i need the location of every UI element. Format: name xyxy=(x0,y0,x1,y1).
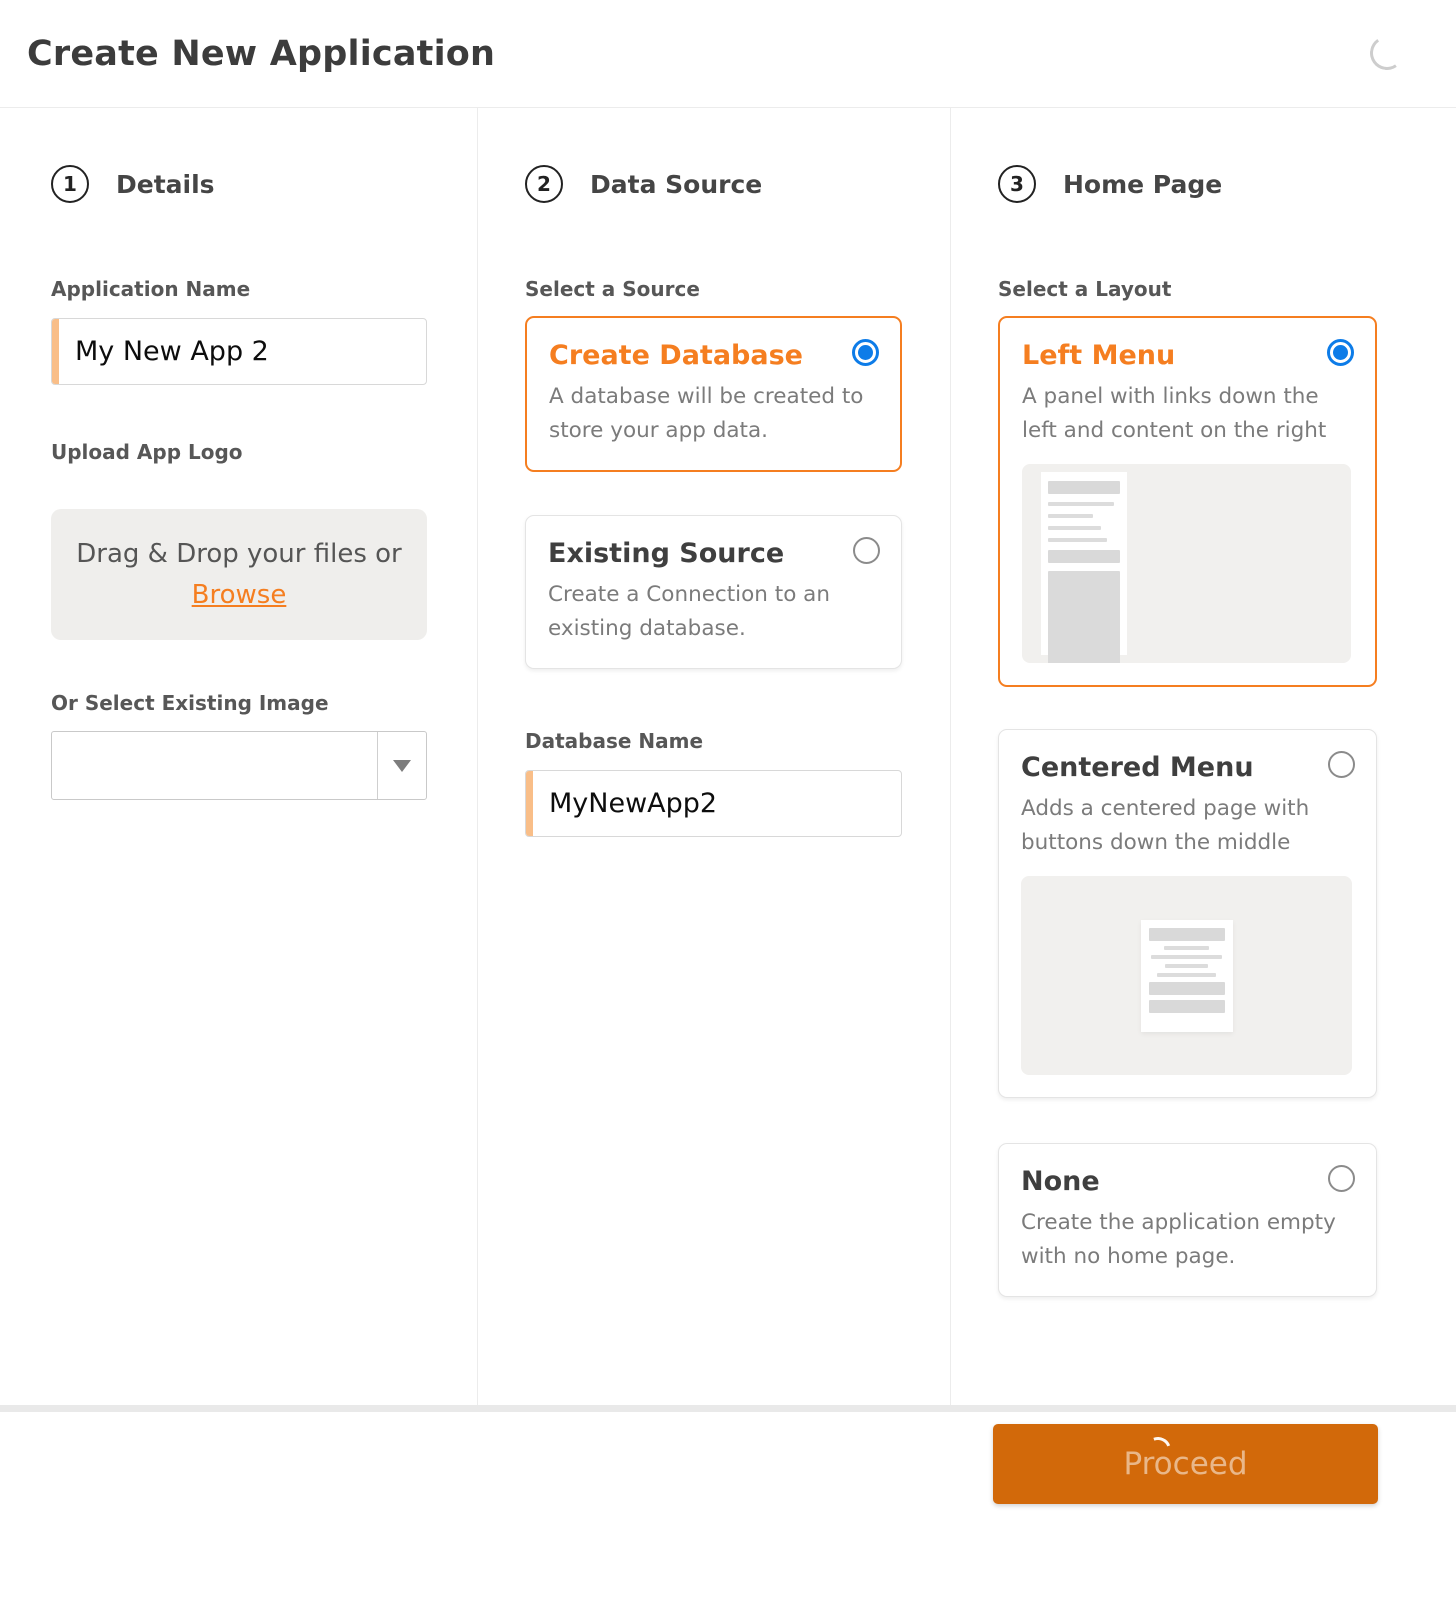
option-title: None xyxy=(1021,1166,1100,1198)
chevron-down-icon xyxy=(393,759,411,772)
select-source-label: Select a Source xyxy=(525,277,700,301)
option-description: A database will be created to store your… xyxy=(549,384,864,444)
option-card-existing-source[interactable]: Existing Source Create a Connection to a… xyxy=(525,515,902,670)
radio-existing-source[interactable] xyxy=(853,537,880,565)
data-source-column: 2 Data Source Select a Source Create Dat… xyxy=(477,108,950,1405)
step-details: 1 Details xyxy=(51,165,427,203)
browse-link[interactable]: Browse xyxy=(192,575,287,615)
option-description: Adds a centered page with buttons down t… xyxy=(1021,796,1310,856)
existing-image-select[interactable] xyxy=(51,731,427,800)
database-name-input-wrap xyxy=(525,770,902,838)
step-title: Details xyxy=(116,169,215,199)
proceed-button[interactable]: Proceed xyxy=(993,1424,1378,1504)
step-number-badge: 1 xyxy=(51,165,89,203)
option-title: Existing Source xyxy=(548,538,785,570)
option-card-left-menu[interactable]: Left Menu A panel with links down the le… xyxy=(998,316,1377,688)
step-data-source: 2 Data Source xyxy=(525,165,902,203)
proceed-button-label: Proceed xyxy=(1123,1446,1248,1482)
step-number-badge: 3 xyxy=(998,165,1036,203)
centered-menu-layout-preview xyxy=(1021,876,1352,1076)
option-description: A panel with links down the left and con… xyxy=(1022,384,1327,444)
select-arrow-zone[interactable] xyxy=(377,732,426,799)
option-description: Create the application empty with no hom… xyxy=(1021,1210,1336,1270)
application-name-label: Application Name xyxy=(51,277,251,301)
footer-divider xyxy=(0,1405,1456,1412)
details-column: 1 Details Application Name Upload App Lo… xyxy=(0,108,477,1405)
existing-image-label: Or Select Existing Image xyxy=(51,691,329,715)
radio-create-database[interactable] xyxy=(852,339,879,366)
home-page-column: 3 Home Page Select a Layout Left Menu A … xyxy=(950,108,1456,1405)
select-layout-label: Select a Layout xyxy=(998,277,1172,301)
option-card-none[interactable]: None Create the application empty with n… xyxy=(998,1143,1377,1298)
preview-center-panel xyxy=(1140,919,1233,1032)
upload-logo-label: Upload App Logo xyxy=(51,440,243,464)
option-card-centered-menu[interactable]: Centered Menu Adds a centered page with … xyxy=(998,729,1377,1099)
option-title: Left Menu xyxy=(1022,340,1176,371)
page-header: Create New Application xyxy=(0,0,1456,108)
logo-dropzone[interactable]: Drag & Drop your files or Browse xyxy=(51,509,427,640)
application-name-input[interactable] xyxy=(59,319,426,384)
existing-image-select-value xyxy=(52,732,377,799)
page-title: Create New Application xyxy=(27,33,496,74)
radio-centered-menu[interactable] xyxy=(1328,751,1355,779)
option-title: Create Database xyxy=(549,340,803,371)
radio-left-menu[interactable] xyxy=(1327,339,1354,366)
step-number-badge: 2 xyxy=(525,165,563,203)
preview-left-panel xyxy=(1041,472,1127,664)
step-home-page: 3 Home Page xyxy=(998,165,1377,203)
footer: Proceed xyxy=(0,1412,1456,1600)
dropzone-text: Drag & Drop your files or xyxy=(76,539,402,570)
step-title: Data Source xyxy=(590,169,763,199)
create-application-page: Create New Application 1 Details Applica… xyxy=(0,0,1456,1600)
option-title: Centered Menu xyxy=(1021,752,1254,784)
loading-spinner-icon xyxy=(1367,33,1407,73)
input-accent-bar xyxy=(526,771,533,837)
database-name-label: Database Name xyxy=(525,729,704,754)
database-name-input[interactable] xyxy=(533,771,901,837)
radio-none[interactable] xyxy=(1328,1165,1355,1193)
left-menu-layout-preview xyxy=(1022,464,1351,664)
application-name-input-wrap xyxy=(51,318,427,385)
input-accent-bar xyxy=(52,319,59,384)
wizard-columns: 1 Details Application Name Upload App Lo… xyxy=(0,108,1456,1405)
step-title: Home Page xyxy=(1063,169,1223,199)
option-card-create-database[interactable]: Create Database A database will be creat… xyxy=(525,316,902,473)
option-description: Create a Connection to an existing datab… xyxy=(548,582,830,642)
